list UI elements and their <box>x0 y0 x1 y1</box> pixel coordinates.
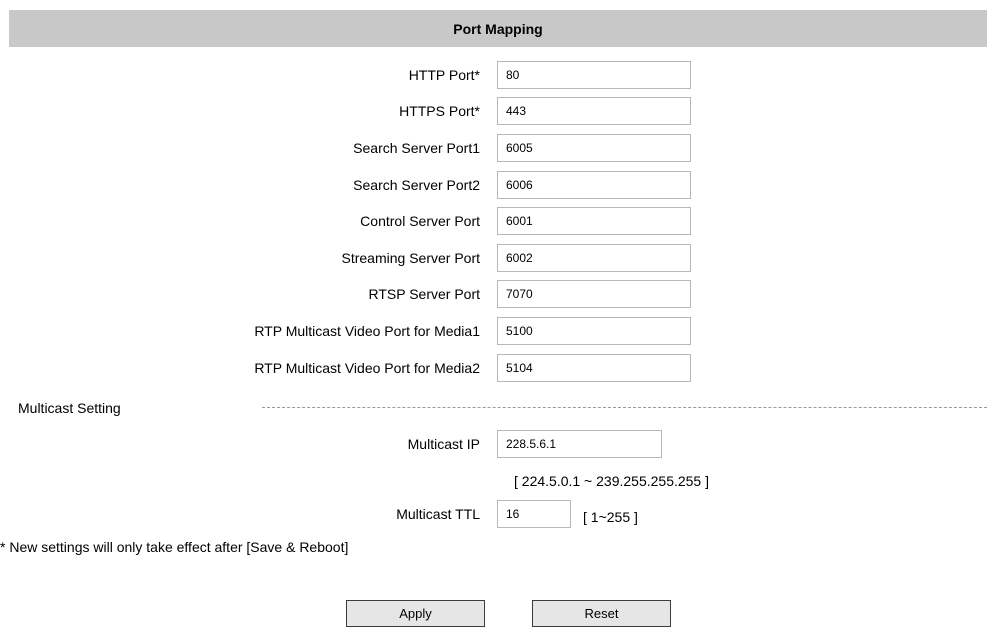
control-server-port-row: Control Server Port <box>0 207 987 235</box>
search-server-port1-row: Search Server Port1 <box>0 134 987 162</box>
multicast-ttl-row: Multicast TTL <box>0 500 987 528</box>
search-server-port2-label: Search Server Port2 <box>353 177 480 193</box>
multicast-ip-row: Multicast IP <box>0 430 987 458</box>
rtp-media1-port-row: RTP Multicast Video Port for Media1 <box>0 317 987 345</box>
control-server-port-label: Control Server Port <box>360 213 480 229</box>
rtsp-server-port-input[interactable] <box>497 280 691 308</box>
https-port-label: HTTPS Port* <box>399 103 480 119</box>
section-divider <box>262 407 987 408</box>
search-server-port2-row: Search Server Port2 <box>0 171 987 199</box>
multicast-ttl-label: Multicast TTL <box>396 506 480 522</box>
streaming-server-port-input[interactable] <box>497 244 691 272</box>
rtp-media2-port-label: RTP Multicast Video Port for Media2 <box>254 360 480 376</box>
multicast-ip-range: [ 224.5.0.1 ~ 239.255.255.255 ] <box>514 473 710 489</box>
reboot-note: * New settings will only take effect aft… <box>0 539 349 555</box>
rtp-media1-port-label: RTP Multicast Video Port for Media1 <box>254 323 480 339</box>
multicast-ip-label: Multicast IP <box>407 436 480 452</box>
http-port-row: HTTP Port* <box>0 61 987 89</box>
apply-button[interactable]: Apply <box>346 600 485 627</box>
multicast-ip-input[interactable] <box>497 430 662 458</box>
multicast-ttl-input[interactable] <box>497 500 571 528</box>
multicast-setting-label: Multicast Setting <box>18 400 121 416</box>
multicast-ttl-range: [ 1~255 ] <box>583 509 638 525</box>
control-server-port-input[interactable] <box>497 207 691 235</box>
https-port-input[interactable] <box>497 97 691 125</box>
streaming-server-port-row: Streaming Server Port <box>0 244 987 272</box>
section-title: Port Mapping <box>453 20 543 37</box>
rtp-media2-port-row: RTP Multicast Video Port for Media2 <box>0 354 987 382</box>
reset-button[interactable]: Reset <box>532 600 671 627</box>
rtp-media2-port-input[interactable] <box>497 354 691 382</box>
https-port-row: HTTPS Port* <box>0 97 987 125</box>
section-header: Port Mapping <box>9 10 987 47</box>
rtsp-server-port-label: RTSP Server Port <box>368 286 480 302</box>
http-port-input[interactable] <box>497 61 691 89</box>
rtsp-server-port-row: RTSP Server Port <box>0 280 987 308</box>
search-server-port1-input[interactable] <box>497 134 691 162</box>
search-server-port2-input[interactable] <box>497 171 691 199</box>
streaming-server-port-label: Streaming Server Port <box>341 250 481 266</box>
http-port-label: HTTP Port* <box>408 67 480 83</box>
rtp-media1-port-input[interactable] <box>497 317 691 345</box>
search-server-port1-label: Search Server Port1 <box>353 140 480 156</box>
